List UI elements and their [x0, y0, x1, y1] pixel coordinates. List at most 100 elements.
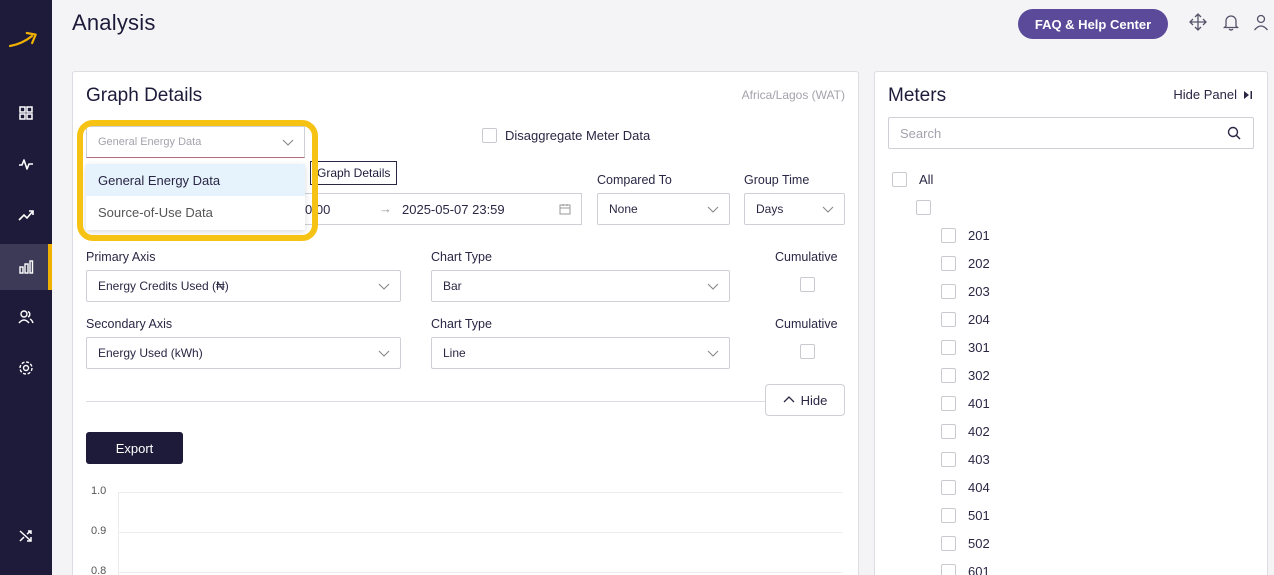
sidebar-item-activity[interactable]	[0, 141, 52, 187]
chart-area: 1.0 0.9 0.8	[86, 482, 846, 575]
primary-axis-select[interactable]: Energy Credits Used (₦)	[86, 270, 401, 302]
meter-row[interactable]: 401	[941, 396, 990, 411]
date-range-input[interactable]: 0:00 → 2025-05-07 23:59	[296, 193, 582, 225]
meter-checkbox[interactable]	[941, 564, 956, 575]
meter-checkbox[interactable]	[941, 424, 956, 439]
meter-row[interactable]: 204	[941, 312, 990, 327]
chevron-up-icon	[783, 396, 795, 403]
meter-row[interactable]: 203	[941, 284, 990, 299]
compared-to-select[interactable]: None	[597, 193, 730, 225]
meter-search-input[interactable]	[889, 118, 1209, 148]
gridline	[118, 572, 842, 573]
meter-row-all[interactable]: All	[892, 172, 933, 187]
secondary-chart-type-label: Chart Type	[431, 317, 492, 331]
y-tick-label: 0.8	[91, 565, 107, 575]
users-icon	[18, 310, 34, 324]
meter-row[interactable]: 202	[941, 256, 990, 271]
y-tick-label: 0.9	[91, 525, 107, 537]
meter-checkbox[interactable]	[941, 452, 956, 467]
meter-checkbox[interactable]	[941, 340, 956, 355]
dashboard-icon	[19, 106, 33, 120]
faq-help-button[interactable]: FAQ & Help Center	[1018, 9, 1168, 39]
page-title: Analysis	[72, 10, 156, 35]
chevron-down-icon	[378, 350, 390, 357]
meter-row[interactable]: 601	[941, 564, 990, 575]
sidebar-item-dashboard[interactable]	[0, 90, 52, 136]
highlight-box	[77, 120, 318, 241]
meter-checkbox[interactable]	[941, 312, 956, 327]
user-icon[interactable]	[1252, 13, 1270, 31]
meter-row[interactable]: 502	[941, 536, 990, 551]
group-time-select[interactable]: Days	[744, 193, 845, 225]
gridline	[118, 532, 842, 533]
meter-checkbox-all[interactable]	[892, 172, 907, 187]
meter-checkbox[interactable]	[941, 396, 956, 411]
chevron-down-icon	[707, 350, 719, 357]
arrow-right-icon: →	[379, 201, 392, 216]
primary-chart-type-label: Chart Type	[431, 250, 492, 264]
meter-row[interactable]: 404	[941, 480, 990, 495]
secondary-cumulative-checkbox[interactable]	[800, 344, 815, 359]
group-time-label: Group Time	[744, 173, 810, 187]
activity-icon	[19, 159, 33, 170]
bell-icon[interactable]	[1222, 13, 1240, 31]
sidebar-item-settings[interactable]	[0, 345, 52, 391]
meter-row[interactable]: 501	[941, 508, 990, 523]
meters-title: Meters	[888, 85, 947, 106]
disaggregate-checkbox[interactable]	[482, 128, 497, 143]
disaggregate-label: Disaggregate Meter Data	[505, 128, 651, 143]
sidebar	[0, 0, 52, 575]
meter-group-checkbox[interactable]	[916, 200, 931, 215]
sidebar-item-users[interactable]	[0, 294, 52, 340]
analysis-chart-icon	[19, 260, 34, 274]
primary-cumulative-label: Cumulative	[775, 250, 838, 264]
meter-row[interactable]: 402	[941, 424, 990, 439]
meter-row[interactable]: 302	[941, 368, 990, 383]
secondary-chart-type-select[interactable]: Line	[431, 337, 730, 369]
logo-arrow-icon	[8, 31, 37, 48]
move-icon[interactable]	[1189, 13, 1207, 31]
meter-search-field[interactable]	[888, 117, 1254, 149]
trend-icon	[18, 210, 34, 221]
meter-row[interactable]: 301	[941, 340, 990, 355]
y-axis-line	[118, 492, 119, 575]
export-button[interactable]: Export	[86, 432, 183, 464]
meter-checkbox[interactable]	[941, 480, 956, 495]
meter-checkbox[interactable]	[941, 536, 956, 551]
calendar-icon	[559, 204, 571, 215]
meter-row[interactable]: 201	[941, 228, 990, 243]
primary-axis-label: Primary Axis	[86, 250, 156, 264]
sidebar-item-analysis[interactable]	[0, 244, 52, 290]
secondary-axis-label: Secondary Axis	[86, 317, 173, 331]
search-icon	[1227, 126, 1241, 140]
secondary-axis-select[interactable]: Energy Used (kWh)	[86, 337, 401, 369]
compared-to-label: Compared To	[597, 173, 672, 187]
y-tick-label: 1.0	[91, 485, 107, 497]
primary-chart-type-select[interactable]: Bar	[431, 270, 730, 302]
meter-checkbox[interactable]	[941, 368, 956, 383]
chevron-down-icon	[707, 283, 719, 290]
graph-details-title: Graph Details	[86, 85, 203, 106]
gridline	[118, 492, 842, 493]
meter-checkbox[interactable]	[941, 508, 956, 523]
meter-row[interactable]: 403	[941, 452, 990, 467]
meter-checkbox[interactable]	[941, 228, 956, 243]
collapse-right-icon	[1244, 90, 1252, 99]
sidebar-item-trend[interactable]	[0, 192, 52, 238]
secondary-cumulative-label: Cumulative	[775, 317, 838, 331]
chevron-down-icon	[378, 283, 390, 290]
hide-details-button[interactable]: Hide	[765, 384, 845, 416]
hide-panel-button[interactable]: Hide Panel	[1173, 87, 1253, 102]
sidebar-item-switch[interactable]	[0, 516, 52, 556]
meters-panel: Meters Hide Panel All 201 202 203 204 30…	[874, 71, 1268, 575]
timezone-label: Africa/Lagos (WAT)	[741, 88, 845, 102]
meter-group-row[interactable]	[916, 200, 931, 215]
date-end: 2025-05-07 23:59	[402, 202, 505, 217]
chevron-down-icon	[822, 206, 834, 213]
meter-checkbox[interactable]	[941, 284, 956, 299]
primary-cumulative-checkbox[interactable]	[800, 277, 815, 292]
section-divider	[86, 401, 766, 402]
graph-details-tooltip: Graph Details	[310, 161, 398, 185]
settings-icon	[19, 361, 33, 375]
meter-checkbox[interactable]	[941, 256, 956, 271]
